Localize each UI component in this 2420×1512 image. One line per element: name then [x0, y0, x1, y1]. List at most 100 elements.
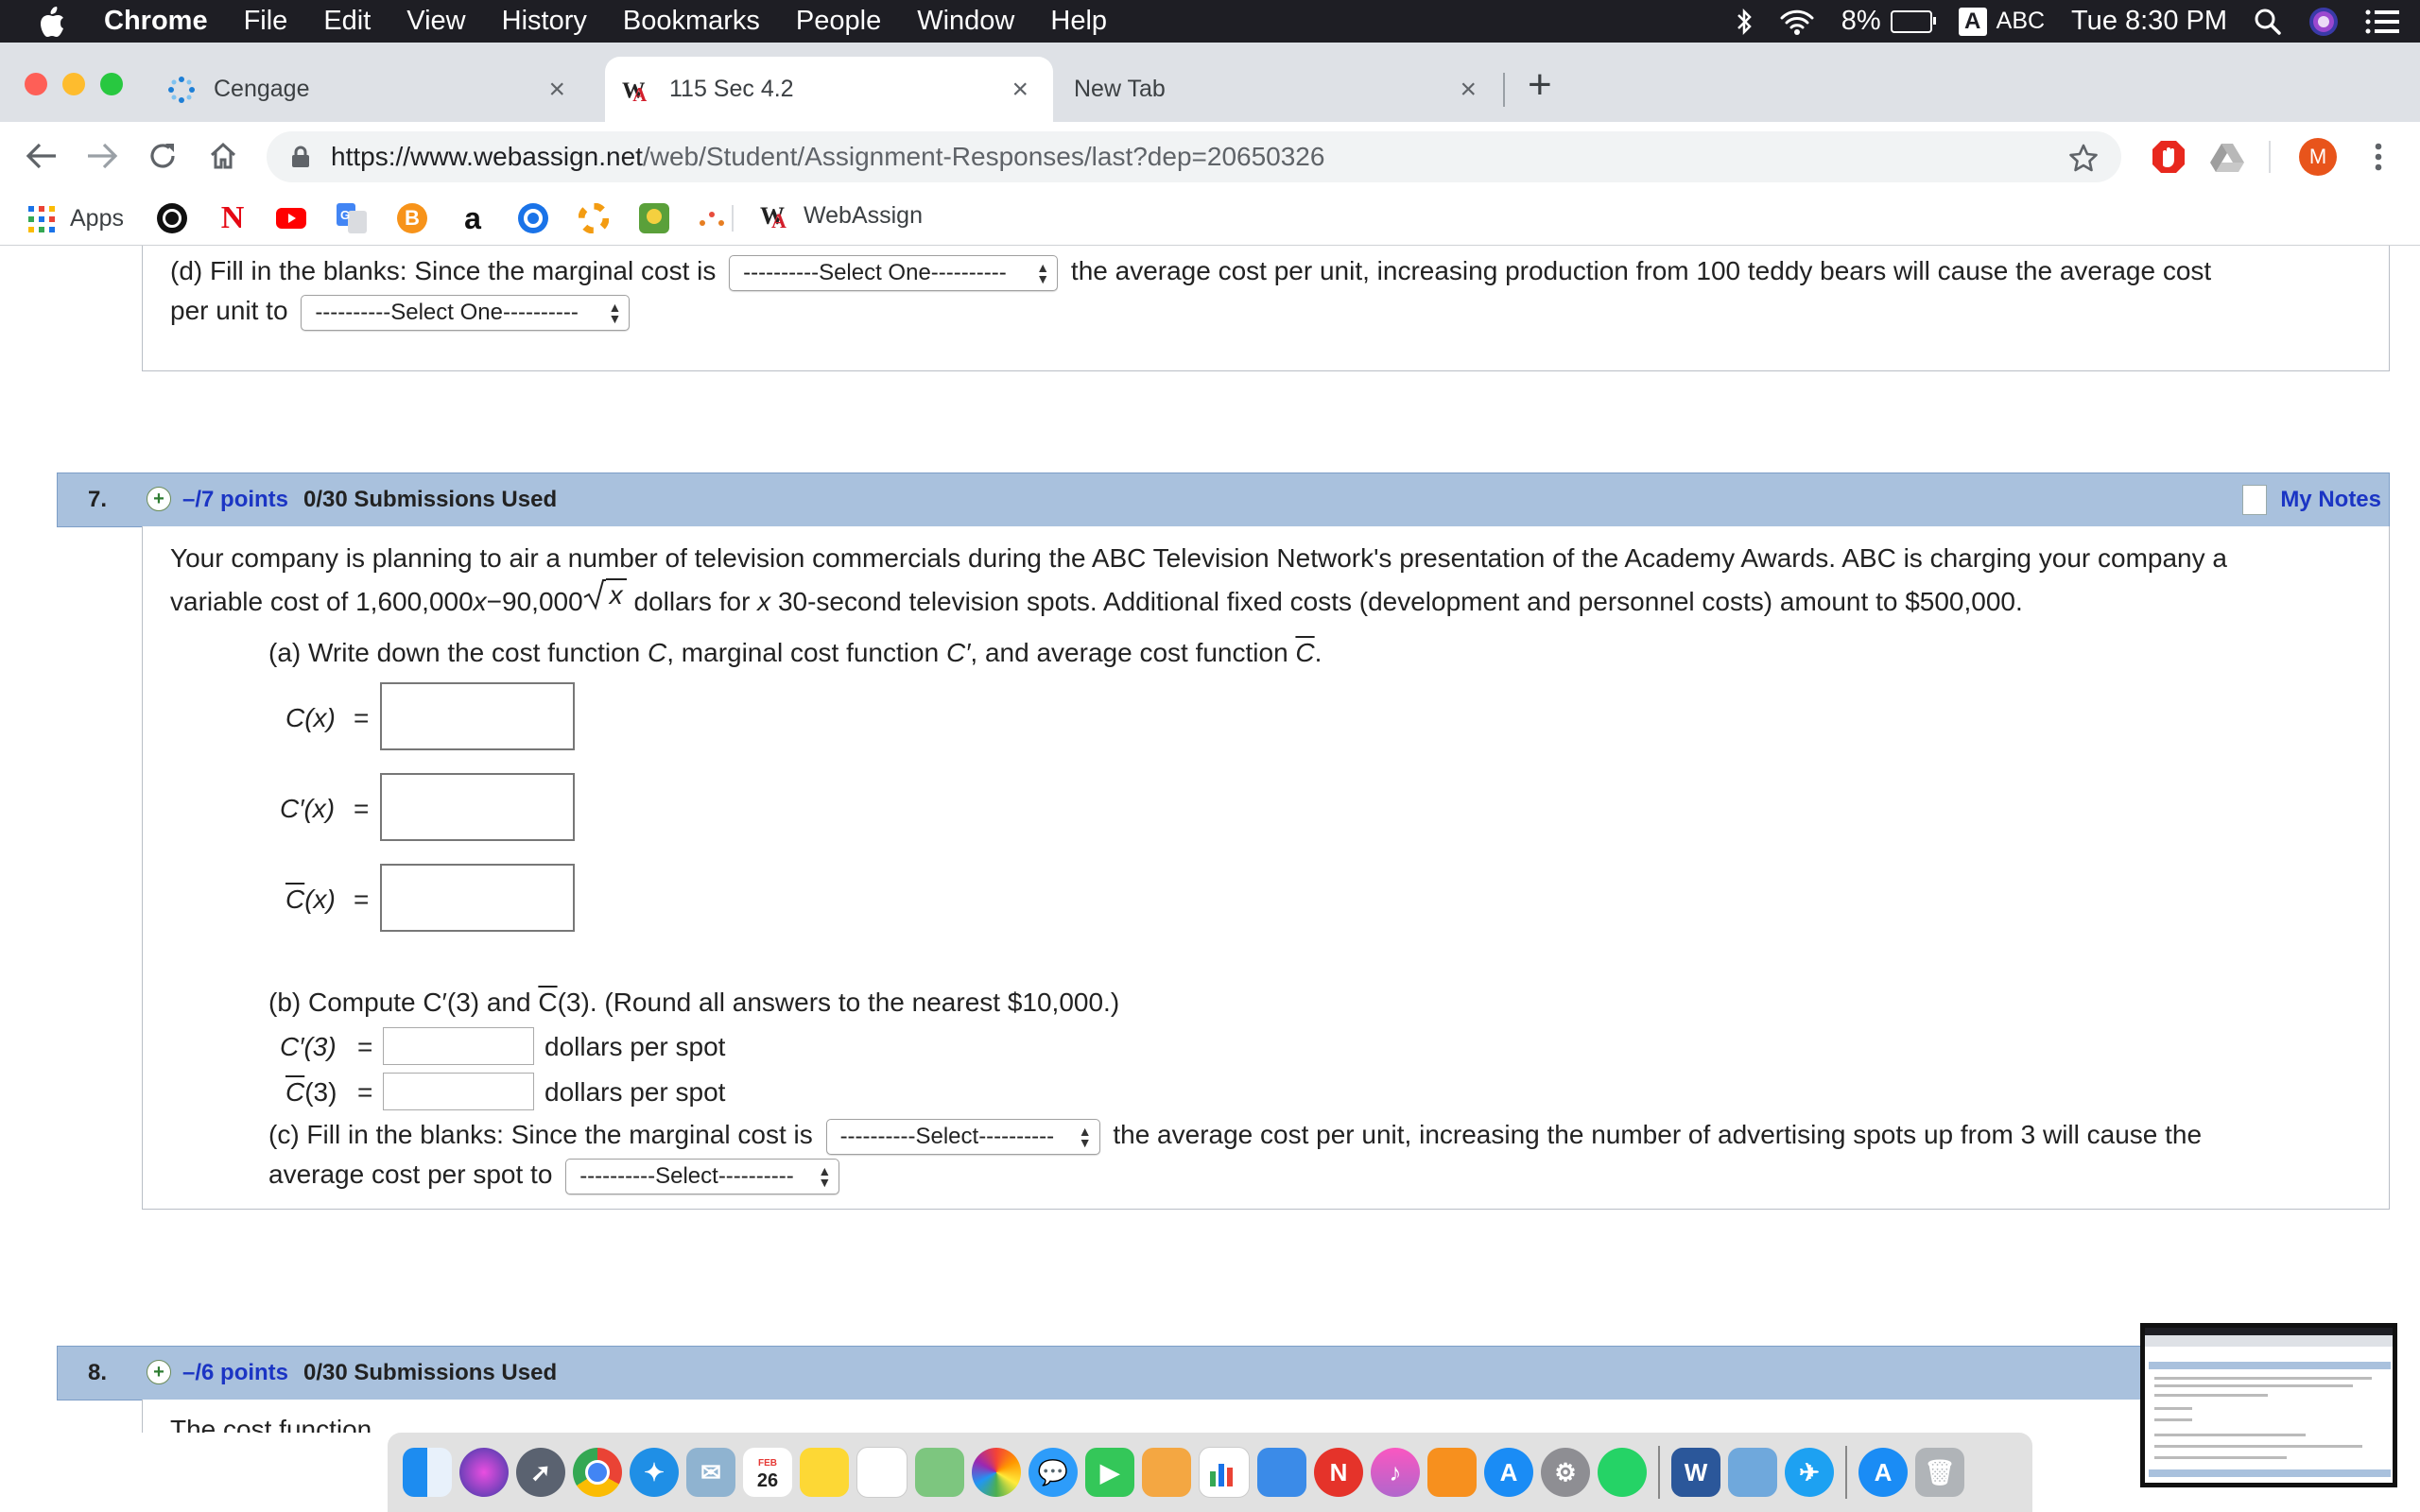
screenshot-thumbnail[interactable]	[2140, 1323, 2397, 1487]
app-store-folder-icon[interactable]: A	[1858, 1448, 1908, 1497]
facetime-icon[interactable]: ▶	[1085, 1448, 1134, 1497]
photos-icon[interactable]	[972, 1448, 1021, 1497]
youtube-icon[interactable]	[276, 203, 306, 233]
mmp-icon[interactable]	[639, 203, 669, 233]
tab-close-icon[interactable]: ×	[548, 74, 565, 106]
siri-dock-icon[interactable]	[459, 1448, 509, 1497]
webassign-bookmark[interactable]: WA WebAssign	[760, 201, 923, 231]
part-c-average-select[interactable]: ----------Select---------- ▲ ▼	[565, 1158, 840, 1194]
cost-function-input[interactable]	[380, 682, 575, 750]
notification-center-icon[interactable]	[2365, 9, 2399, 35]
menu-edit[interactable]: Edit	[323, 6, 371, 37]
microsoft-word-icon[interactable]: W	[1671, 1448, 1720, 1497]
address-bar[interactable]: https://www.webassign.net/web/Student/As…	[267, 131, 2121, 182]
tab-title: Cengage	[214, 76, 310, 102]
window-zoom-button[interactable]	[100, 73, 123, 95]
system-preferences-icon[interactable]: ⚙	[1541, 1448, 1590, 1497]
bitcoin-icon[interactable]: B	[397, 203, 427, 233]
chrome-menu-icon[interactable]	[2360, 138, 2397, 176]
back-button[interactable]	[23, 137, 60, 175]
apple-icon[interactable]	[38, 6, 72, 38]
expand-plus-icon[interactable]: +	[147, 487, 171, 511]
mail-stamp-icon[interactable]: ✉	[686, 1448, 735, 1497]
average-cost-function-input[interactable]	[380, 864, 575, 932]
blue-ring-icon[interactable]	[518, 203, 548, 233]
marginal-cost-at-3-input[interactable]	[383, 1027, 534, 1065]
numbers-icon[interactable]	[1199, 1447, 1250, 1498]
input-source-label[interactable]: ABC	[1996, 8, 2045, 35]
new-tab-button[interactable]: +	[1528, 61, 1552, 109]
menu-people[interactable]: People	[796, 6, 881, 37]
average-cost-select[interactable]: ----------Select One---------- ▲ ▼	[301, 294, 631, 331]
marginal-cost-select[interactable]: ----------Select One---------- ▲ ▼	[729, 254, 1059, 291]
menu-window[interactable]: Window	[917, 6, 1014, 37]
average-cost-at-3-input[interactable]	[383, 1073, 534, 1110]
bluetooth-icon[interactable]	[1736, 8, 1753, 36]
books-icon[interactable]	[1427, 1448, 1477, 1497]
webassign-icon: WA	[760, 202, 786, 230]
preview-icon[interactable]	[1728, 1448, 1777, 1497]
menu-history[interactable]: History	[502, 6, 587, 37]
expand-plus-icon[interactable]: +	[147, 1360, 171, 1384]
question-points-link[interactable]: –/6 points	[182, 1360, 288, 1386]
spotlight-search-icon[interactable]	[2254, 8, 2282, 36]
unit-label: dollars per spot	[544, 1032, 726, 1061]
app-store-icon[interactable]: A	[1484, 1448, 1533, 1497]
menu-bookmarks[interactable]: Bookmarks	[623, 6, 760, 37]
trash-icon[interactable]: 🗑	[1915, 1448, 1964, 1497]
adblock-extension-icon[interactable]	[2150, 138, 2187, 176]
google-translate-icon[interactable]: G	[337, 203, 367, 233]
my-notes-button[interactable]: My Notes	[2242, 485, 2381, 515]
messages-icon[interactable]: 💬	[1028, 1448, 1078, 1497]
menu-app-name[interactable]: Chrome	[104, 6, 208, 37]
lock-icon[interactable]	[291, 146, 310, 168]
reminders-icon[interactable]	[856, 1447, 908, 1498]
google-drive-extension-icon[interactable]	[2208, 138, 2246, 176]
whatsapp-icon[interactable]	[1598, 1448, 1647, 1497]
dots-icon[interactable]	[698, 203, 728, 233]
tab-115-sec-4-2[interactable]: WA 115 Sec 4.2 ×	[605, 57, 1053, 122]
question-points-link[interactable]: –/7 points	[182, 487, 288, 513]
keynote-pages-icon[interactable]	[1142, 1448, 1191, 1497]
input-source-icon[interactable]: A	[1958, 7, 1987, 36]
tab-close-icon[interactable]: ×	[1011, 74, 1028, 106]
reload-button[interactable]	[144, 137, 182, 175]
bookmark-circle-icon[interactable]	[157, 203, 187, 233]
amazon-icon[interactable]: a	[458, 201, 488, 235]
siri-icon[interactable]	[2308, 7, 2339, 37]
clock[interactable]: Tue 8:30 PM	[2071, 6, 2227, 37]
marginal-cost-function-input[interactable]	[380, 773, 575, 841]
battery-icon[interactable]	[1890, 9, 1936, 33]
label-cost-function: C(x)	[285, 703, 336, 732]
netflix-icon[interactable]: N	[217, 200, 248, 235]
lifebuoy-icon[interactable]	[579, 203, 609, 233]
menu-view[interactable]: View	[406, 6, 465, 37]
battery-percent[interactable]: 8%	[1841, 6, 1881, 37]
apps-bookmark[interactable]: Apps	[28, 205, 124, 232]
safari-icon[interactable]: ✦	[630, 1448, 679, 1497]
forward-button[interactable]	[83, 137, 121, 175]
maps-icon[interactable]	[915, 1448, 964, 1497]
notes-icon[interactable]	[800, 1448, 849, 1497]
wifi-icon[interactable]	[1779, 8, 1815, 36]
profile-avatar[interactable]: M	[2299, 138, 2337, 176]
part-c-marginal-select[interactable]: ----------Select---------- ▲ ▼	[825, 1118, 1100, 1155]
menu-file[interactable]: File	[244, 6, 288, 37]
twitter-icon[interactable]: ✈	[1785, 1448, 1834, 1497]
menu-help[interactable]: Help	[1050, 6, 1107, 37]
music-icon[interactable]: ♪	[1371, 1448, 1420, 1497]
window-close-button[interactable]	[25, 73, 47, 95]
finder-icon[interactable]	[403, 1448, 452, 1497]
tab-new-tab[interactable]: New Tab ×	[1053, 57, 1501, 122]
home-button[interactable]	[204, 137, 242, 175]
equals-sign: =	[354, 885, 370, 914]
bookmark-star-icon[interactable]	[2068, 143, 2099, 180]
chrome-dock-icon[interactable]	[573, 1448, 622, 1497]
tab-cengage[interactable]: Cengage ×	[153, 57, 590, 122]
calendar-icon[interactable]: FEB 26	[743, 1448, 792, 1497]
window-minimize-button[interactable]	[62, 73, 85, 95]
tab-close-icon[interactable]: ×	[1460, 74, 1477, 106]
news-icon[interactable]: N	[1314, 1448, 1363, 1497]
launchpad-icon[interactable]: ➚	[516, 1448, 565, 1497]
keynote-icon[interactable]	[1257, 1448, 1306, 1497]
